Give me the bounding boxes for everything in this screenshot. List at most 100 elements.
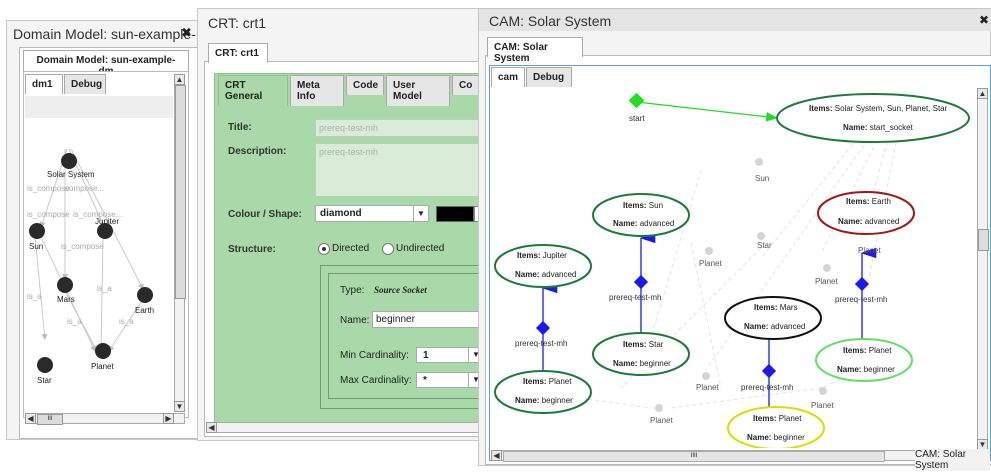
undirected-label: Undirected: [396, 243, 445, 254]
scroll-left-button[interactable]: ◀: [206, 422, 217, 433]
relation-diamond[interactable]: [761, 363, 777, 379]
scroll-thumb[interactable]: [978, 229, 989, 251]
ghost-node: [655, 404, 663, 412]
hscroll-thumb[interactable]: III: [37, 414, 63, 425]
description-field[interactable]: prereq-test-mh: [315, 143, 485, 197]
relation-diamond[interactable]: [633, 274, 649, 290]
tab-debug[interactable]: Debug: [526, 67, 572, 87]
scroll-left-button[interactable]: ◀: [25, 413, 36, 424]
ghost-label: Planet: [815, 277, 838, 286]
relation-diamond[interactable]: [854, 276, 870, 292]
edge-label: compose...: [65, 184, 104, 193]
edge-label: is_a: [27, 292, 42, 301]
type-label: Type:: [340, 285, 365, 296]
hscroll-thumb[interactable]: IIII: [503, 451, 885, 462]
horizontal-scrollbar[interactable]: [206, 422, 486, 433]
window-title: Domain Model: sun-example-: [13, 26, 196, 42]
relation-diamond[interactable]: [535, 320, 551, 336]
chevron-down-icon: ▼: [413, 206, 428, 221]
scroll-up-button[interactable]: ▲: [977, 88, 988, 99]
window-title: CAM: Solar System: [489, 13, 612, 29]
toolbar-strip: [25, 96, 173, 118]
scroll-left-button[interactable]: ◀: [491, 450, 502, 461]
socket-start-socket[interactable]: [776, 93, 970, 143]
tab-cam-solar-system[interactable]: CAM: Solar System: [487, 37, 583, 64]
edge-label: is_compose: [61, 242, 104, 251]
node-mars[interactable]: [57, 277, 73, 293]
socket-text: Name: advanced: [515, 270, 576, 279]
ghost-label: Planet: [699, 259, 722, 268]
socket-text: Name: advanced: [838, 217, 899, 226]
relation-label: prereq-test-mh: [515, 339, 567, 348]
crt-window: CRT: crt1 CRT: crt1 CRT General Meta Inf…: [197, 8, 490, 441]
socket-text: Items: Solar System, Sun, Planet, Star: [809, 104, 948, 113]
ghost-node: [755, 158, 763, 166]
node-star[interactable]: [37, 357, 53, 373]
colour-swatch[interactable]: [436, 206, 474, 222]
status-label: CAM: Solar System: [915, 449, 990, 471]
tab-dm1[interactable]: dm1: [25, 74, 63, 94]
title-field[interactable]: prereq-test-mh: [315, 119, 485, 137]
close-icon[interactable]: ✖: [979, 13, 989, 27]
node-label: Planet: [91, 362, 114, 371]
scroll-thumb[interactable]: [175, 85, 186, 299]
description-label: Description:: [228, 146, 287, 157]
directed-label: Directed: [332, 243, 370, 254]
node-label: Sun: [29, 242, 43, 251]
socket-text: Items: Jupiter: [517, 251, 567, 260]
min-cardinality-value: 1: [423, 350, 429, 361]
cam-graph: start prereq-test-mh prereq-test-mh prer…: [494, 92, 970, 448]
start-arrow: [636, 101, 779, 122]
tab-meta-info[interactable]: Meta Info: [290, 75, 344, 106]
ghost-node: [705, 247, 713, 255]
shape-value: diamond: [320, 208, 362, 219]
close-icon[interactable]: ✖: [181, 25, 192, 41]
edge-label: is_a: [119, 317, 134, 326]
socket-text: Items: Star: [623, 340, 664, 349]
ghost-node: [757, 232, 765, 240]
node-label: Mars: [57, 295, 75, 304]
cam-window: CAM: Solar System ✖ CAM: Solar System ca…: [478, 8, 991, 471]
scroll-up-button[interactable]: ▲: [174, 74, 185, 85]
domain-model-graph: is_compose compose... is_compose is_comp…: [27, 148, 154, 385]
undirected-radio[interactable]: [382, 243, 394, 255]
socket-text: Items: Planet: [843, 346, 892, 355]
node-sun[interactable]: [29, 223, 45, 239]
title-label: Title:: [228, 122, 252, 133]
vertical-scrollbar[interactable]: [977, 88, 988, 450]
name-value: beginner: [376, 314, 415, 325]
tab-user-model[interactable]: User Model: [386, 75, 450, 106]
max-cardinality-select[interactable]: * ▼: [416, 372, 484, 388]
node-label: Solar System: [47, 170, 95, 179]
name-label: Name:: [340, 315, 370, 326]
ghost-label: Planet: [696, 383, 719, 392]
min-cardinality-select[interactable]: 1 ▼: [416, 347, 484, 363]
node-earth[interactable]: [137, 287, 153, 303]
socket-text: Name: advanced: [744, 322, 805, 331]
directed-radio[interactable]: [318, 243, 330, 255]
socket-text: Items: Mars: [754, 303, 798, 312]
node-label: Jupiter: [95, 217, 119, 226]
ghost-label: Sun: [755, 174, 769, 183]
name-input[interactable]: beginner: [372, 311, 484, 328]
ghost-label: Star: [757, 241, 772, 250]
tab-code[interactable]: Code: [346, 75, 384, 95]
tab-crt1[interactable]: CRT: crt1: [208, 43, 268, 63]
node-solar-system[interactable]: [61, 153, 77, 169]
edge-label: is_compose: [27, 210, 70, 219]
scroll-down-button[interactable]: ▼: [174, 401, 185, 412]
scroll-right-button[interactable]: ▶: [163, 413, 174, 424]
socket-text: Items: Planet: [753, 414, 802, 423]
edge-label: is_a: [97, 284, 112, 293]
node-planet[interactable]: [95, 343, 111, 359]
tab-debug[interactable]: Debug: [64, 74, 106, 94]
socket-text: Items: Earth: [846, 197, 891, 206]
tab-crt-general[interactable]: CRT General: [218, 75, 288, 106]
tab-cam[interactable]: cam: [491, 67, 525, 87]
edge-label: is_compose: [27, 184, 70, 193]
min-cardinality-label: Min Cardinality:: [340, 350, 409, 361]
ghost-label: Planet: [858, 246, 881, 255]
shape-select[interactable]: diamond ▼: [315, 205, 429, 222]
socket-text: Items: Planet: [523, 377, 572, 386]
start-node[interactable]: [628, 92, 645, 109]
